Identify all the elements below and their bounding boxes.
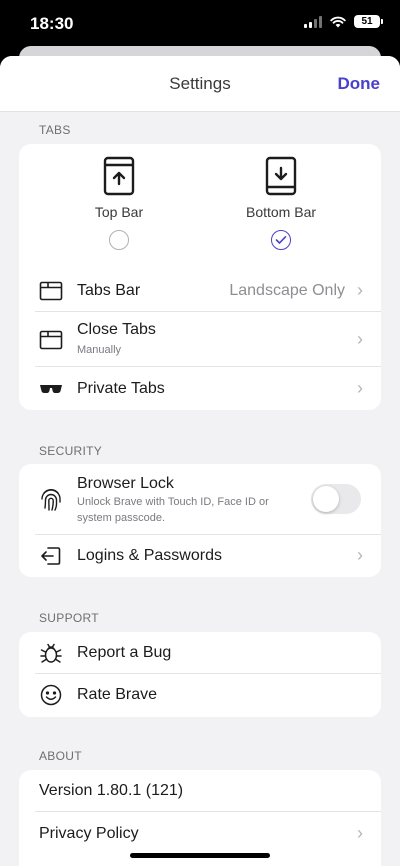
section-header-security: SECURITY [39, 444, 103, 458]
top-bar-radio[interactable] [109, 230, 129, 250]
chevron-right-icon: › [357, 823, 363, 843]
layout-option-bottom-bar[interactable]: Bottom Bar [221, 156, 341, 250]
section-header-about: ABOUT [39, 749, 82, 763]
status-time: 18:30 [30, 14, 74, 33]
bug-icon [39, 641, 63, 665]
login-icon [39, 544, 63, 568]
private-tabs-row[interactable]: Private Tabs › [19, 367, 381, 410]
close-tabs-icon [39, 328, 63, 352]
chevron-right-icon: › [357, 329, 363, 349]
status-indicators: 51 [304, 15, 383, 28]
bottom-bar-radio-checked[interactable] [271, 230, 291, 250]
browser-lock-label: Browser Lock [77, 475, 174, 492]
support-group: Report a Bug Rate Brave [19, 632, 381, 717]
close-tabs-subtitle: Manually [77, 344, 122, 356]
tabs-group: Top Bar Bottom Bar Tabs Bar Landscape On… [19, 144, 381, 410]
tabs-bar-row[interactable]: Tabs Bar Landscape Only › [19, 269, 381, 312]
toggle-knob [313, 486, 339, 512]
fingerprint-icon [39, 488, 63, 512]
rate-brave-row[interactable]: Rate Brave [19, 674, 381, 717]
smiley-icon [39, 683, 63, 707]
browser-lock-row: Browser Lock Unlock Brave with Touch ID,… [19, 464, 381, 535]
section-header-support: SUPPORT [39, 611, 99, 625]
close-tabs-label: Close Tabs [77, 321, 156, 338]
report-bug-label: Report a Bug [77, 644, 172, 661]
report-bug-row[interactable]: Report a Bug [19, 632, 381, 674]
nav-bar: Settings Done [0, 56, 400, 112]
close-tabs-row[interactable]: Close Tabs Manually › [19, 312, 381, 367]
home-indicator[interactable] [130, 853, 270, 858]
browser-lock-toggle[interactable] [311, 484, 361, 514]
version-row: Version 1.80.1 (121) [19, 770, 381, 812]
chevron-right-icon: › [357, 378, 363, 398]
security-group: Browser Lock Unlock Brave with Touch ID,… [19, 464, 381, 577]
layout-option-top-bar[interactable]: Top Bar [59, 156, 179, 250]
battery-icon: 51 [354, 15, 383, 28]
browser-lock-subtitle-line1: Unlock Brave with Touch ID, Face ID or [77, 496, 269, 508]
chevron-right-icon: › [357, 545, 363, 565]
bottom-bar-icon [265, 156, 297, 196]
top-bar-icon [103, 156, 135, 196]
section-header-tabs: TABS [39, 123, 71, 137]
privacy-policy-row[interactable]: Privacy Policy › [19, 812, 381, 856]
tabs-bar-value: Landscape Only [229, 282, 345, 299]
bottom-bar-label: Bottom Bar [245, 204, 317, 220]
done-button[interactable]: Done [338, 74, 381, 94]
private-tabs-label: Private Tabs [77, 380, 165, 397]
logins-passwords-row[interactable]: Logins & Passwords › [19, 535, 381, 577]
cellular-signal-icon [304, 15, 322, 28]
version-label: Version 1.80.1 (121) [39, 782, 184, 799]
privacy-policy-label: Privacy Policy [39, 825, 139, 842]
status-bar: 18:30 51 [0, 0, 400, 48]
top-bar-label: Top Bar [94, 204, 144, 220]
about-group: Version 1.80.1 (121) Privacy Policy › [19, 770, 381, 866]
checkmark-icon [275, 236, 287, 244]
rate-brave-label: Rate Brave [77, 686, 158, 703]
tabs-bar-label: Tabs Bar [77, 282, 141, 299]
browser-lock-subtitle-line2: system passcode. [77, 512, 166, 524]
wifi-icon [330, 16, 346, 27]
tabs-bar-icon [39, 279, 63, 303]
logins-passwords-label: Logins & Passwords [77, 547, 222, 564]
chevron-right-icon: › [357, 280, 363, 300]
settings-sheet: Settings Done TABS Top Bar Bottom Bar Ta… [0, 56, 400, 866]
sunglasses-icon [39, 377, 63, 401]
